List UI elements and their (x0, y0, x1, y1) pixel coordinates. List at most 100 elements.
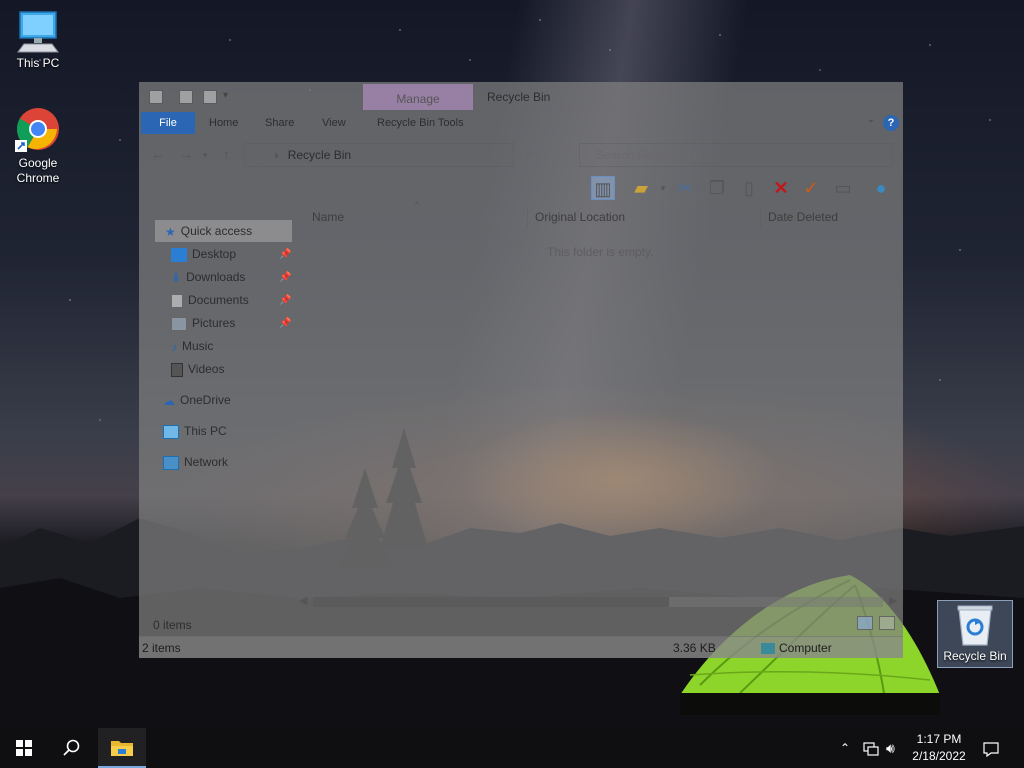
tab-manage[interactable]: Manage (363, 84, 473, 110)
properties-icon[interactable] (179, 90, 193, 104)
pin-icon[interactable]: 📌 (279, 318, 291, 329)
network-icon[interactable] (863, 728, 879, 768)
nav-item-desktop[interactable]: Desktop (171, 243, 236, 265)
download-arrow-icon: ⬇ (171, 270, 182, 285)
scrollbar-thumb[interactable] (313, 597, 669, 607)
paste-icon[interactable]: ▯ (737, 176, 761, 200)
nav-item-videos[interactable]: Videos (171, 358, 224, 380)
ribbon-tabs: File Home Share View Recycle Bin Tools (139, 112, 903, 134)
horizontal-scrollbar[interactable]: ◀ ▶ (299, 594, 899, 610)
rename-icon[interactable]: ▭ (831, 176, 855, 200)
taskbar: ⌃ 🔊︎ 1:17 PM 2/18/2022 (0, 728, 1024, 768)
monitor-icon (163, 424, 179, 439)
folder-dropdown-icon[interactable]: ▾ (651, 176, 675, 200)
windows-logo-icon (16, 740, 32, 756)
desktop-icon-recycle-bin[interactable]: Recycle Bin (937, 600, 1013, 668)
nav-item-network[interactable]: Network (163, 451, 228, 473)
nav-item-downloads[interactable]: ⬇ Downloads (171, 266, 245, 288)
cloud-icon: ☁ (163, 393, 175, 408)
tab-view[interactable]: View (322, 112, 346, 134)
address-row: ← → ▾ ↑ › Recycle Bin ⌄ ↻ Search Recycle… (139, 140, 903, 168)
recycle-bin-location-icon (253, 149, 267, 162)
nav-item-music[interactable]: ♪ Music (171, 335, 213, 357)
search-button[interactable] (48, 728, 96, 768)
column-header-name[interactable]: Name (312, 210, 344, 230)
network-icon (163, 455, 179, 470)
desktop-icon-google-chrome[interactable]: Google Chrome (0, 106, 76, 186)
pin-icon[interactable]: 📌 (279, 295, 291, 306)
globe-icon[interactable]: ● (869, 176, 893, 200)
volume-icon[interactable]: 🔊︎ (886, 728, 895, 768)
taskbar-file-explorer[interactable] (98, 728, 146, 768)
column-divider[interactable] (527, 208, 528, 228)
folder-icon[interactable]: ▰ (629, 176, 653, 200)
nav-item-pictures[interactable]: Pictures (171, 312, 235, 334)
checkmark-icon[interactable]: ✓ (799, 176, 823, 200)
recycle-bin-icon (957, 605, 993, 646)
sort-up-icon: ^ (415, 200, 420, 210)
pin-icon[interactable]: 📌 (279, 272, 291, 283)
nav-item-quick-access[interactable]: ★ Quick access (155, 220, 292, 242)
nav-item-onedrive[interactable]: ☁ OneDrive (163, 389, 231, 411)
star-icon: ★ (165, 224, 176, 239)
qat-dropdown-icon[interactable]: ▾ (223, 90, 228, 101)
pin-icon[interactable]: 📌 (279, 249, 291, 260)
window-app-icon (149, 90, 163, 104)
tab-recycle-bin-tools[interactable]: Recycle Bin Tools (377, 112, 464, 134)
desktop-icon-label: Recycle Bin (943, 649, 1007, 663)
tab-file[interactable]: File (141, 112, 195, 134)
cut-icon[interactable]: ✂ (673, 176, 697, 200)
large-icons-view-icon[interactable] (879, 616, 895, 630)
tab-share[interactable]: Share (265, 112, 294, 134)
recent-locations-icon[interactable]: ▾ (203, 150, 208, 161)
back-arrow-icon[interactable]: ← (151, 146, 165, 162)
music-note-icon: ♪ (171, 339, 177, 354)
copy-icon[interactable]: ❐ (705, 176, 729, 200)
clock-time: 1:17 PM (916, 732, 962, 746)
scroll-left-icon[interactable]: ◀ (299, 594, 307, 607)
desktop-icon-this-pc[interactable]: This PC (0, 8, 76, 71)
tab-home[interactable]: Home (209, 112, 238, 134)
empty-folder-message: This folder is empty. (547, 245, 654, 259)
help-icon[interactable]: ? (883, 115, 899, 131)
refresh-icon[interactable]: ↻ (525, 146, 536, 162)
status-bar: 2 items 3.36 KB Computer (139, 636, 903, 658)
notifications-icon[interactable] (983, 728, 999, 768)
start-button[interactable] (0, 728, 48, 768)
videos-icon (171, 362, 183, 377)
file-explorer-window[interactable]: ▾ Manage Recycle Bin File Home Share Vie… (139, 82, 903, 658)
view-switcher (854, 616, 895, 633)
pictures-icon (171, 316, 187, 331)
details-view-icon[interactable] (856, 616, 873, 630)
new-folder-icon[interactable] (203, 90, 217, 104)
address-bar[interactable]: › Recycle Bin (244, 143, 514, 167)
nav-item-documents[interactable]: Documents (171, 289, 249, 311)
delete-icon[interactable]: ✕ (769, 176, 793, 200)
search-input[interactable]: Search Recycle Bin (579, 143, 893, 167)
column-header-original-location[interactable]: Original Location (535, 210, 625, 230)
system-clock[interactable]: 1:17 PM 2/18/2022 (908, 731, 970, 765)
breadcrumb-separator: › (274, 148, 279, 162)
scroll-right-icon[interactable]: ▶ (889, 594, 897, 607)
forward-arrow-icon[interactable]: → (179, 146, 193, 162)
details-pane-icon[interactable]: ▥ (591, 176, 615, 200)
status-items: 2 items (142, 641, 181, 655)
view-toolbar: ▥ ▰ ▾ ✂ ❐ ▯ ✕ ✓ ▭ ● (589, 176, 903, 206)
up-arrow-icon[interactable]: ↑ (223, 146, 230, 162)
show-hidden-icons-icon[interactable]: ⌃ (840, 728, 850, 768)
desktop-folder-icon (171, 247, 187, 262)
nav-item-this-pc[interactable]: This PC (163, 420, 227, 442)
search-icon (63, 739, 80, 756)
monitor-icon (17, 11, 59, 53)
column-divider[interactable] (760, 208, 761, 228)
file-explorer-icon (111, 741, 133, 756)
status-location: Computer (761, 641, 832, 655)
address-dropdown-icon[interactable]: ⌄ (497, 146, 505, 157)
chrome-icon (15, 108, 59, 152)
ribbon-expand-icon[interactable]: ⌄ (867, 114, 875, 125)
breadcrumb[interactable]: Recycle Bin (288, 148, 351, 162)
computer-icon (761, 643, 775, 655)
column-header-date-deleted[interactable]: Date Deleted (768, 210, 838, 230)
item-count: 0 items (153, 618, 192, 632)
status-size: 3.36 KB (673, 641, 716, 655)
